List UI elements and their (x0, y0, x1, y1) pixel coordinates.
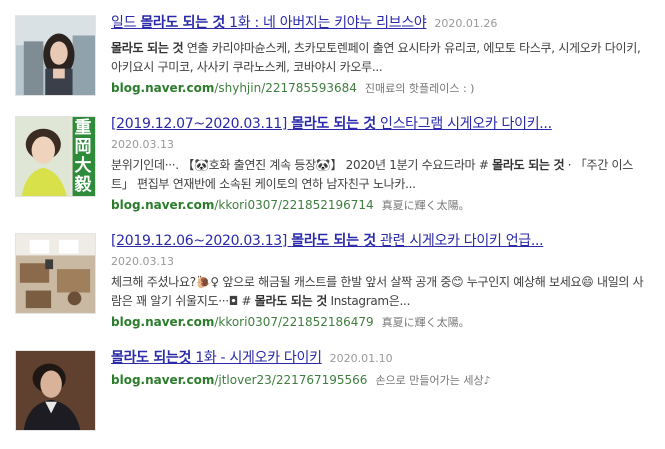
result-date: 2020.01.10 (329, 352, 393, 365)
result-domain-link[interactable]: blog.naver.com (111, 198, 214, 212)
result-title-link[interactable]: [2019.12.06~2020.03.13] 몰라도 되는 것 관련 시게오카… (111, 233, 544, 249)
result-title-line: 일드 몰라도 되는 것 1화 : 네 아버지는 키야누 리브스야 2020.01.… (111, 13, 651, 35)
result-date: 2020.01.26 (434, 17, 498, 30)
result-title-line: 몰라도 되는것 1화 - 시게오카 다이키 2020.01.10 (111, 348, 651, 370)
result-blog-name[interactable]: 손으로 만들어가는 세상♪ (375, 374, 490, 387)
result-description: 체크해 주셨나요?🐌♀ 앞으로 해금될 캐스트를 한발 앞서 살짝 공개 중😊 … (111, 275, 644, 308)
result-title-link[interactable]: 몰라도 되는것 1화 - 시게오카 다이키 (111, 350, 322, 366)
result-url-path[interactable]: /jtlover23/221767195566 (214, 373, 367, 387)
result-blog-name[interactable]: 真夏に輝く太陽。 (382, 199, 470, 212)
result-source: blog.naver.com/kkori0307/221852186479 真夏に… (111, 312, 651, 332)
result-description: 분위기인데···. 【🐼호화 출연진 계속 등장🐼】 2020년 1분기 수요드… (111, 158, 634, 191)
result-date: 2020.03.13 (111, 138, 174, 151)
result-title-link[interactable]: 일드 몰라도 되는 것 1화 : 네 아버지는 키야누 리브스야 (111, 15, 427, 31)
result-title-link[interactable]: [2019.12.07~2020.03.11] 몰라도 되는 것 인스타그램 시… (111, 116, 552, 132)
result-source: blog.naver.com/jtlover23/221767195566 손으로… (111, 370, 651, 390)
result-domain-link[interactable]: blog.naver.com (111, 315, 214, 329)
result-blog-name[interactable]: 진매료의 핫플레이스 : ) (365, 82, 475, 95)
room-photo-thumbnail[interactable] (15, 233, 96, 314)
result-blog-name[interactable]: 真夏に輝く太陽。 (382, 316, 470, 329)
result-description: 몰라도 되는 것 연출 카리야마슌스케, 츠카모토렌페이 출연 요시타카 유리코… (111, 41, 641, 74)
woman-photo-thumbnail[interactable] (15, 15, 96, 96)
result-source: blog.naver.com/kkori0307/221852196714 真夏に… (111, 195, 651, 215)
man-photo-thumbnail[interactable]: 重岡大毅 (15, 116, 96, 197)
result-url-path[interactable]: /shyhjin/221785593684 (214, 81, 357, 95)
thumbnail-caption-text: 重岡大毅 (74, 118, 92, 195)
result-date: 2020.03.13 (111, 255, 174, 268)
result-url-path[interactable]: /kkori0307/221852186479 (214, 315, 373, 329)
result-title-line: [2019.12.06~2020.03.13] 몰라도 되는 것 관련 시게오카… (111, 231, 651, 253)
result-title-line: [2019.12.07~2020.03.11] 몰라도 되는 것 인스타그램 시… (111, 114, 651, 136)
result-source: blog.naver.com/shyhjin/221785593684 진매료의 … (111, 78, 651, 98)
result-domain-link[interactable]: blog.naver.com (111, 373, 214, 387)
result-url-path[interactable]: /kkori0307/221852196714 (214, 198, 373, 212)
result-domain-link[interactable]: blog.naver.com (111, 81, 214, 95)
man-suit-photo-thumbnail[interactable] (15, 350, 96, 431)
